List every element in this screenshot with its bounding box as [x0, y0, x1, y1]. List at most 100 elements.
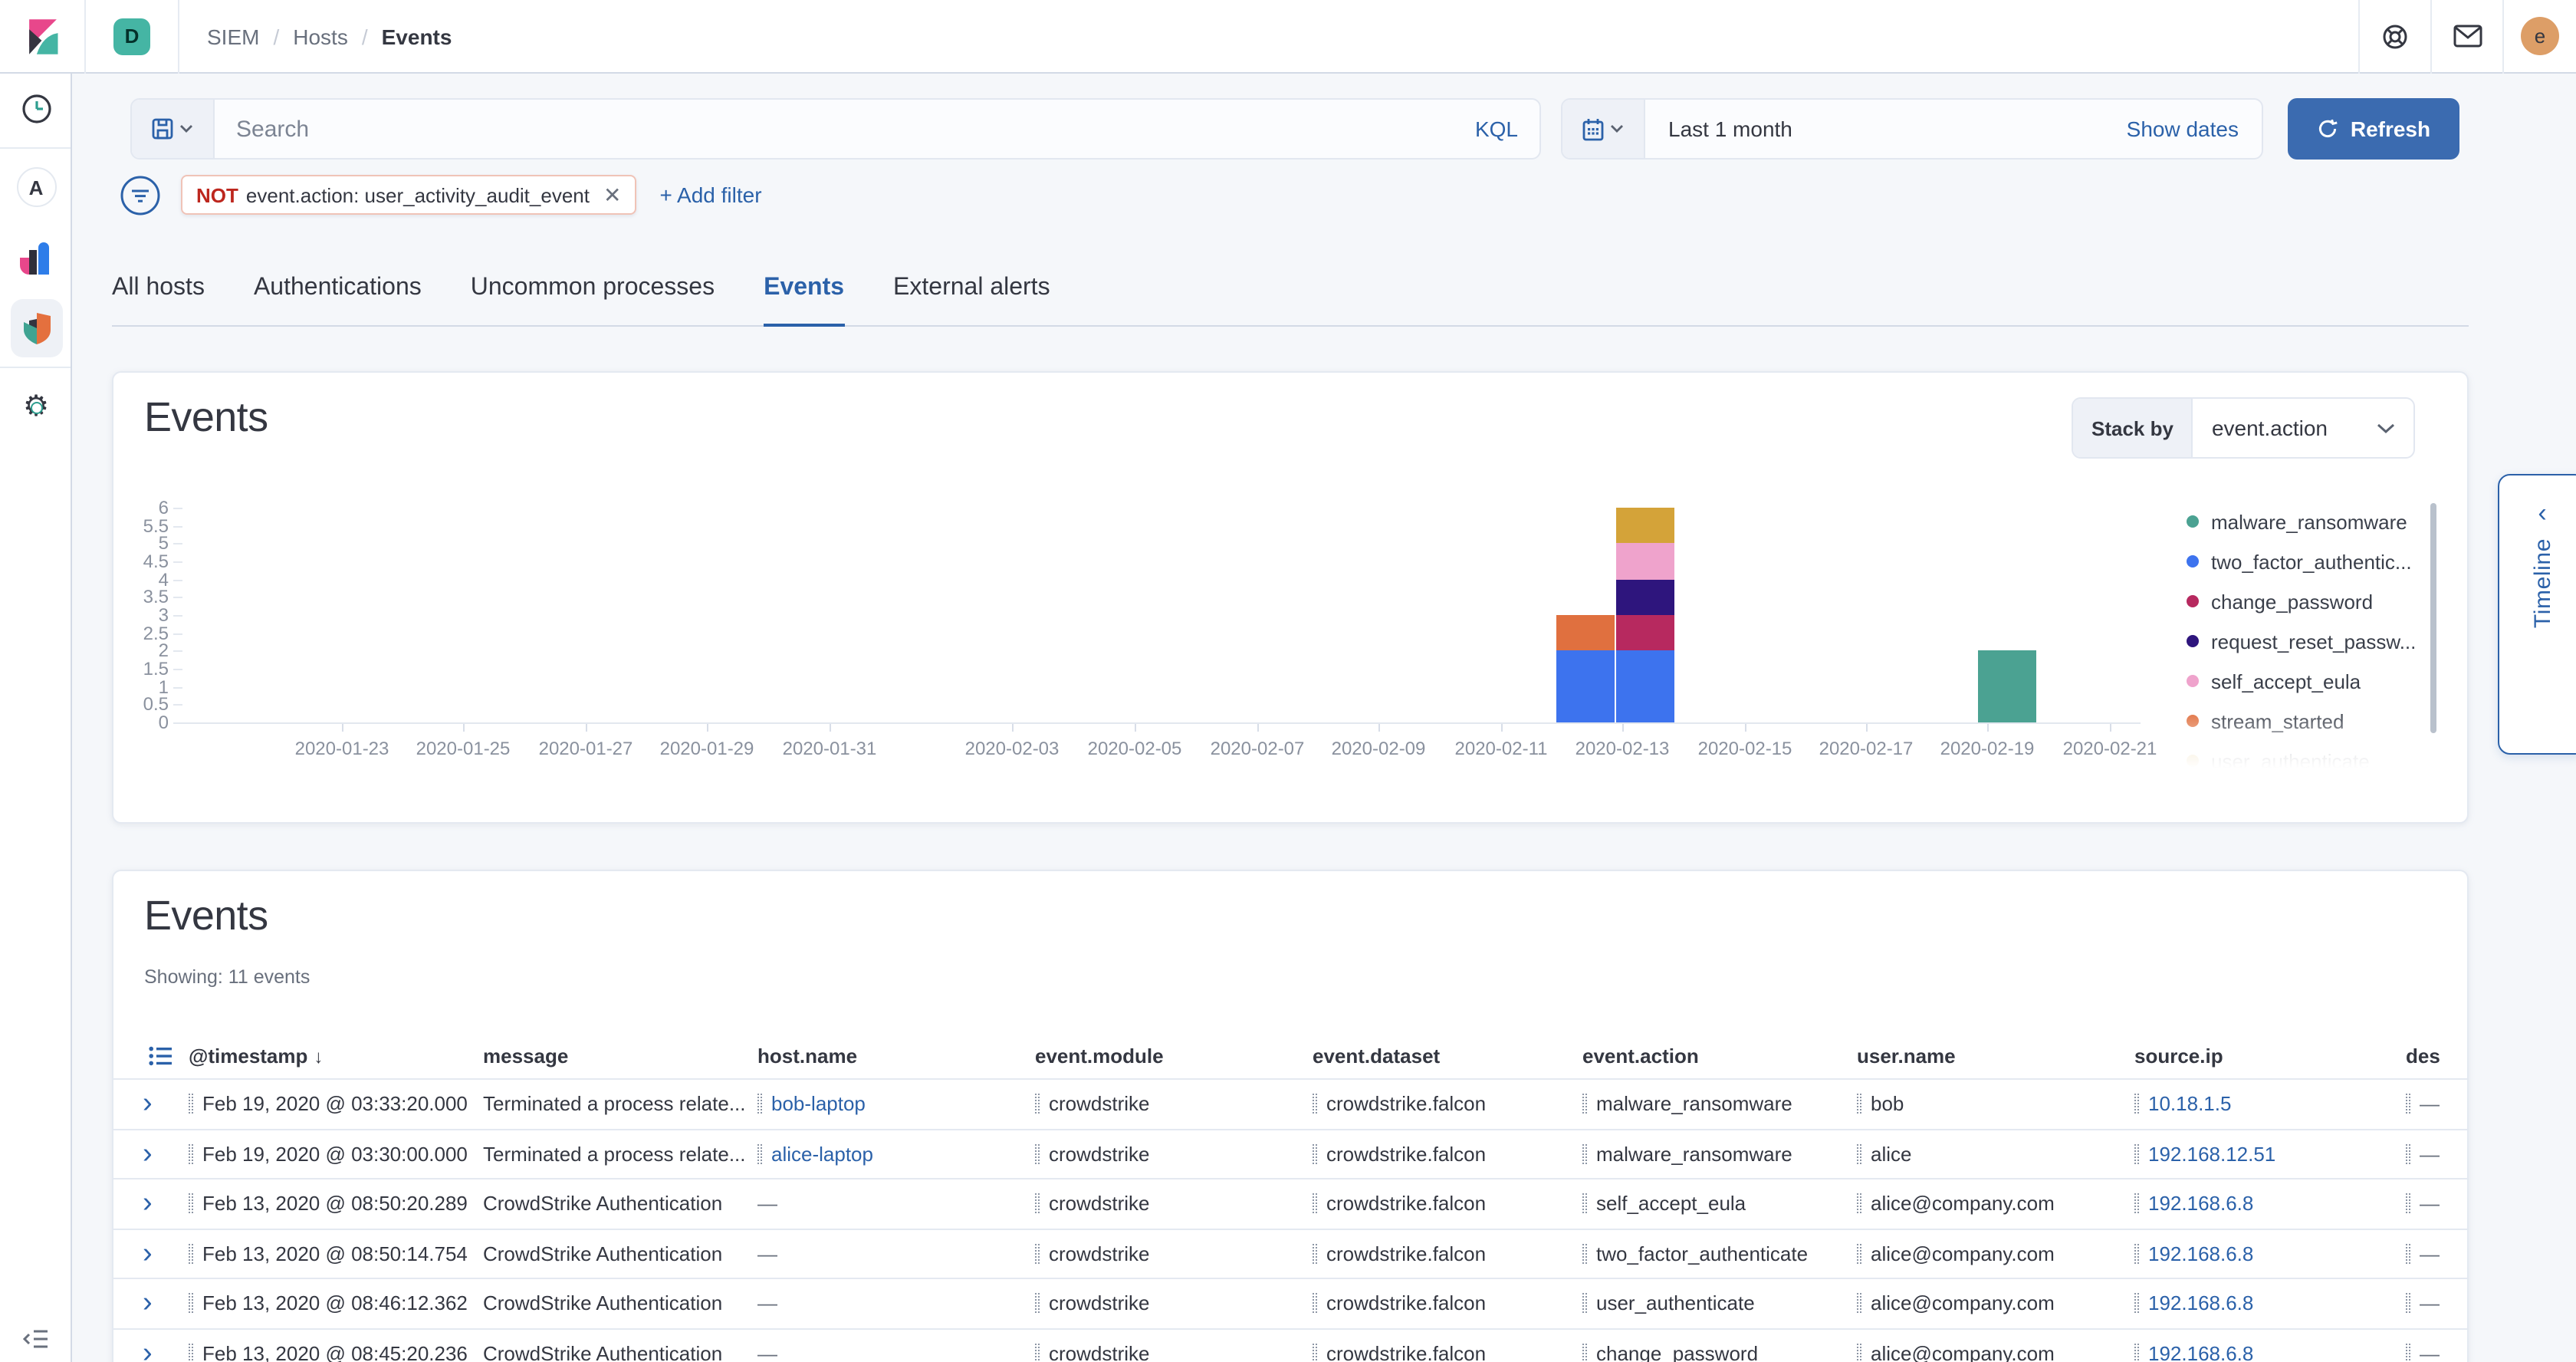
column-header-eventaction[interactable]: event.action [1582, 1045, 1857, 1068]
drag-handle-icon[interactable] [1313, 1244, 1317, 1264]
drag-handle-icon[interactable] [1313, 1294, 1317, 1314]
table-header-row: @timestamp↓messagehost.nameevent.modulee… [113, 1034, 2467, 1078]
drag-handle-icon[interactable] [1582, 1344, 1587, 1362]
fields-browser-icon[interactable] [149, 1046, 172, 1066]
recently-viewed-button[interactable] [0, 74, 72, 144]
show-dates-button[interactable]: Show dates [2127, 100, 2262, 158]
help-button[interactable] [2360, 0, 2430, 73]
breadcrumb-siem[interactable]: SIEM [207, 24, 259, 48]
drag-handle-icon[interactable] [1857, 1094, 1861, 1114]
legend-item-two_factor_authentic[interactable]: two_factor_authentic... [2187, 541, 2416, 581]
nav-visualize-app[interactable] [0, 222, 72, 293]
column-header-hostname[interactable]: host.name [757, 1045, 1035, 1068]
drag-handle-icon[interactable] [1035, 1094, 1040, 1114]
column-header-eventdataset[interactable]: event.dataset [1313, 1045, 1582, 1068]
filter-pill-negated[interactable]: NOT event.action: user_activity_audit_ev… [181, 175, 636, 215]
column-header-des[interactable]: des [2406, 1045, 2467, 1068]
drag-handle-icon[interactable] [1313, 1194, 1317, 1214]
collapse-nav-button[interactable] [0, 1328, 72, 1350]
kql-syntax-button[interactable]: KQL [1475, 117, 1518, 141]
drag-handle-icon[interactable] [1035, 1294, 1040, 1314]
drag-handle-icon[interactable] [2406, 1094, 2410, 1114]
drag-handle-icon[interactable] [189, 1244, 193, 1264]
drag-handle-icon[interactable] [189, 1344, 193, 1362]
newsfeed-button[interactable] [2432, 0, 2502, 73]
drag-handle-icon[interactable] [1857, 1244, 1861, 1264]
saved-query-menu-button[interactable] [132, 100, 215, 158]
drag-handle-icon[interactable] [1857, 1294, 1861, 1314]
kibana-logo-icon[interactable] [23, 16, 63, 56]
drag-handle-icon[interactable] [1857, 1144, 1861, 1164]
legend-item-stream_started[interactable]: stream_started [2187, 701, 2416, 741]
space-switcher-badge[interactable]: D [113, 18, 150, 54]
expand-row-chevron-icon[interactable]: › [113, 1239, 189, 1268]
tab-uncommon-processes[interactable]: Uncommon processes [471, 275, 715, 325]
drag-handle-icon[interactable] [757, 1144, 762, 1164]
drag-handle-icon[interactable] [189, 1094, 193, 1114]
tab-authentications[interactable]: Authentications [254, 275, 422, 325]
drag-handle-icon[interactable] [1582, 1294, 1587, 1314]
drag-handle-icon[interactable] [2406, 1144, 2410, 1164]
drag-handle-icon[interactable] [189, 1294, 193, 1314]
x-axis-line [182, 722, 2141, 724]
drag-handle-icon[interactable] [1857, 1194, 1861, 1214]
drag-handle-icon[interactable] [1035, 1244, 1040, 1264]
drag-handle-icon[interactable] [1313, 1344, 1317, 1362]
nav-siem-app-active[interactable] [0, 293, 72, 364]
drag-handle-icon[interactable] [1582, 1194, 1587, 1214]
drag-handle-icon[interactable] [1035, 1344, 1040, 1362]
drag-handle-icon[interactable] [1313, 1144, 1317, 1164]
tab-external-alerts[interactable]: External alerts [893, 275, 1050, 325]
refresh-button[interactable]: Refresh [2288, 98, 2459, 160]
drag-handle-icon[interactable] [1035, 1194, 1040, 1214]
expand-row-chevron-icon[interactable]: › [113, 1289, 189, 1318]
column-header-eventmodule[interactable]: event.module [1035, 1045, 1313, 1068]
user-avatar[interactable]: e [2521, 17, 2559, 55]
drag-handle-icon[interactable] [2406, 1294, 2410, 1314]
column-header-username[interactable]: user.name [1857, 1045, 2134, 1068]
nav-management[interactable]: ⚙ [0, 371, 72, 442]
search-input[interactable]: Search KQL [215, 100, 1539, 158]
tab-events[interactable]: Events [764, 275, 844, 325]
drag-handle-icon[interactable] [2134, 1344, 2139, 1362]
drag-handle-icon[interactable] [1857, 1344, 1861, 1362]
add-filter-button[interactable]: + Add filter [659, 183, 761, 207]
drag-handle-icon[interactable] [2406, 1244, 2410, 1264]
expand-row-chevron-icon[interactable]: › [113, 1140, 189, 1169]
expand-row-chevron-icon[interactable]: › [113, 1339, 189, 1362]
column-header-message[interactable]: message [483, 1045, 757, 1068]
drag-handle-icon[interactable] [2406, 1194, 2410, 1214]
column-header-timestamp[interactable]: @timestamp↓ [189, 1045, 483, 1068]
legend-item-self_accept_eula[interactable]: self_accept_eula [2187, 661, 2416, 701]
remove-filter-icon[interactable]: ✕ [603, 182, 621, 208]
time-range-value[interactable]: Last 1 month [1645, 100, 2127, 158]
legend-item-user_authenticate[interactable]: user_authenticate [2187, 741, 2416, 768]
drag-handle-icon[interactable] [189, 1194, 193, 1214]
legend-item-change_password[interactable]: change_password [2187, 581, 2416, 621]
nav-app-a[interactable]: A [0, 152, 72, 222]
legend-scrollbar[interactable] [2430, 503, 2436, 733]
legend-item-malware_ransomware[interactable]: malware_ransomware [2187, 502, 2416, 541]
drag-handle-icon[interactable] [2134, 1144, 2139, 1164]
breadcrumb-hosts[interactable]: Hosts [293, 24, 348, 48]
tab-all-hosts[interactable]: All hosts [112, 275, 205, 325]
filter-options-icon[interactable] [120, 174, 161, 215]
drag-handle-icon[interactable] [2134, 1294, 2139, 1314]
drag-handle-icon[interactable] [1582, 1244, 1587, 1264]
drag-handle-icon[interactable] [2134, 1244, 2139, 1264]
drag-handle-icon[interactable] [1035, 1144, 1040, 1164]
date-quick-select-button[interactable] [1562, 100, 1645, 158]
drag-handle-icon[interactable] [2406, 1344, 2410, 1362]
legend-item-request_reset_passw[interactable]: request_reset_passw... [2187, 621, 2416, 661]
expand-row-chevron-icon[interactable]: › [113, 1189, 189, 1219]
drag-handle-icon[interactable] [189, 1144, 193, 1164]
timeline-toggle-flap[interactable]: ‹ Timeline [2498, 474, 2576, 755]
drag-handle-icon[interactable] [2134, 1194, 2139, 1214]
drag-handle-icon[interactable] [1582, 1094, 1587, 1114]
drag-handle-icon[interactable] [1582, 1144, 1587, 1164]
drag-handle-icon[interactable] [2134, 1094, 2139, 1114]
column-header-sourceip[interactable]: source.ip [2134, 1045, 2406, 1068]
expand-row-chevron-icon[interactable]: › [113, 1090, 189, 1119]
drag-handle-icon[interactable] [757, 1094, 762, 1114]
drag-handle-icon[interactable] [1313, 1094, 1317, 1114]
